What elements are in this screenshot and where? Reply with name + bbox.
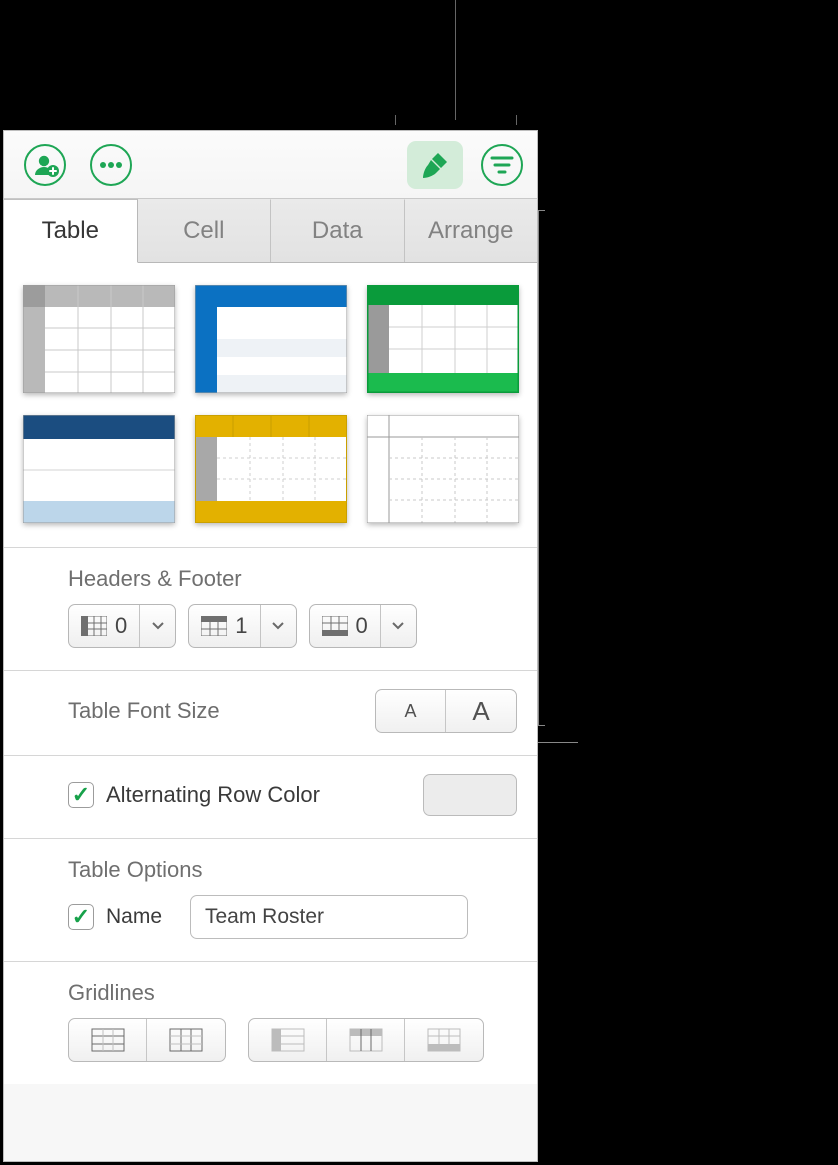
header-columns-select[interactable]: 0 bbox=[68, 604, 176, 648]
top-toolbar bbox=[4, 131, 537, 199]
format-brush-icon bbox=[420, 150, 450, 180]
body-gridlines-segmented bbox=[68, 1018, 226, 1062]
table-style-thumb[interactable] bbox=[195, 415, 347, 523]
header-rows-icon bbox=[201, 616, 227, 636]
table-name-label: Name bbox=[106, 905, 190, 929]
collaborate-icon bbox=[31, 151, 59, 179]
inspector-tabs: Table Cell Data Arrange bbox=[4, 199, 537, 263]
table-style-thumb[interactable] bbox=[23, 285, 175, 393]
tab-table[interactable]: Table bbox=[4, 199, 138, 263]
footer-row-gridlines-icon bbox=[427, 1028, 461, 1052]
table-font-size-section: Table Font Size A A bbox=[4, 671, 537, 756]
gridlines-section: Gridlines bbox=[4, 962, 537, 1084]
header-gridlines-segmented bbox=[248, 1018, 484, 1062]
table-options-section: Table Options Name bbox=[4, 839, 537, 962]
table-name-checkbox[interactable] bbox=[68, 904, 94, 930]
gridlines-vertical-button[interactable] bbox=[147, 1019, 225, 1061]
alternating-row-section: Alternating Row Color bbox=[4, 756, 537, 839]
filter-icon bbox=[490, 154, 514, 176]
header-row-gridlines-button[interactable] bbox=[327, 1019, 405, 1061]
callout-line bbox=[538, 210, 539, 725]
alternating-row-checkbox[interactable] bbox=[68, 782, 94, 808]
section-title: Headers & Footer bbox=[68, 566, 517, 592]
alternating-row-color-well[interactable] bbox=[423, 774, 517, 816]
header-row-gridlines-icon bbox=[349, 1028, 383, 1052]
font-size-segmented: A A bbox=[375, 689, 517, 733]
table-name-input[interactable] bbox=[190, 895, 468, 939]
footer-rows-select[interactable]: 0 bbox=[309, 604, 417, 648]
format-inspector-panel: Table Cell Data Arrange bbox=[3, 130, 538, 1162]
more-icon bbox=[99, 161, 123, 169]
format-button[interactable] bbox=[407, 141, 463, 189]
letter-small-icon: A bbox=[404, 701, 416, 722]
tab-label: Data bbox=[312, 217, 363, 245]
tab-cell[interactable]: Cell bbox=[138, 199, 272, 262]
callout-line bbox=[455, 0, 456, 120]
table-style-thumb[interactable] bbox=[367, 415, 519, 523]
callout-line bbox=[538, 742, 578, 743]
chevron-down-icon bbox=[260, 605, 296, 647]
callout-line bbox=[395, 115, 396, 125]
footer-rows-value: 0 bbox=[356, 613, 368, 639]
table-style-thumb[interactable] bbox=[367, 285, 519, 393]
chevron-down-icon bbox=[380, 605, 416, 647]
section-title: Table Font Size bbox=[68, 698, 375, 724]
callout-line bbox=[516, 115, 517, 125]
header-col-gridlines-icon bbox=[271, 1028, 305, 1052]
tab-content: Headers & Footer 0 1 bbox=[4, 263, 537, 1084]
table-style-thumb[interactable] bbox=[23, 415, 175, 523]
more-button[interactable] bbox=[90, 144, 132, 186]
alternating-row-label: Alternating Row Color bbox=[106, 782, 423, 808]
collaborate-button[interactable] bbox=[24, 144, 66, 186]
gridlines-horizontal-icon bbox=[91, 1028, 125, 1052]
tab-arrange[interactable]: Arrange bbox=[405, 199, 538, 262]
tab-label: Table bbox=[42, 217, 99, 245]
headers-footer-section: Headers & Footer 0 1 bbox=[4, 548, 537, 671]
tab-label: Arrange bbox=[428, 217, 513, 245]
gridlines-vertical-icon bbox=[169, 1028, 203, 1052]
gridlines-horizontal-button[interactable] bbox=[69, 1019, 147, 1061]
chevron-down-icon bbox=[139, 605, 175, 647]
header-columns-icon bbox=[81, 616, 107, 636]
header-rows-select[interactable]: 1 bbox=[188, 604, 296, 648]
footer-rows-icon bbox=[322, 616, 348, 636]
increase-font-button[interactable]: A bbox=[446, 690, 516, 732]
tab-data[interactable]: Data bbox=[271, 199, 405, 262]
section-title: Gridlines bbox=[68, 980, 517, 1006]
table-styles-grid bbox=[4, 263, 537, 548]
letter-large-icon: A bbox=[472, 696, 489, 727]
header-columns-value: 0 bbox=[115, 613, 127, 639]
filter-sort-button[interactable] bbox=[481, 144, 523, 186]
footer-row-gridlines-button[interactable] bbox=[405, 1019, 483, 1061]
section-title: Table Options bbox=[68, 857, 517, 883]
table-style-thumb[interactable] bbox=[195, 285, 347, 393]
header-column-gridlines-button[interactable] bbox=[249, 1019, 327, 1061]
header-rows-value: 1 bbox=[235, 613, 247, 639]
tab-label: Cell bbox=[183, 217, 224, 245]
decrease-font-button[interactable]: A bbox=[376, 690, 446, 732]
